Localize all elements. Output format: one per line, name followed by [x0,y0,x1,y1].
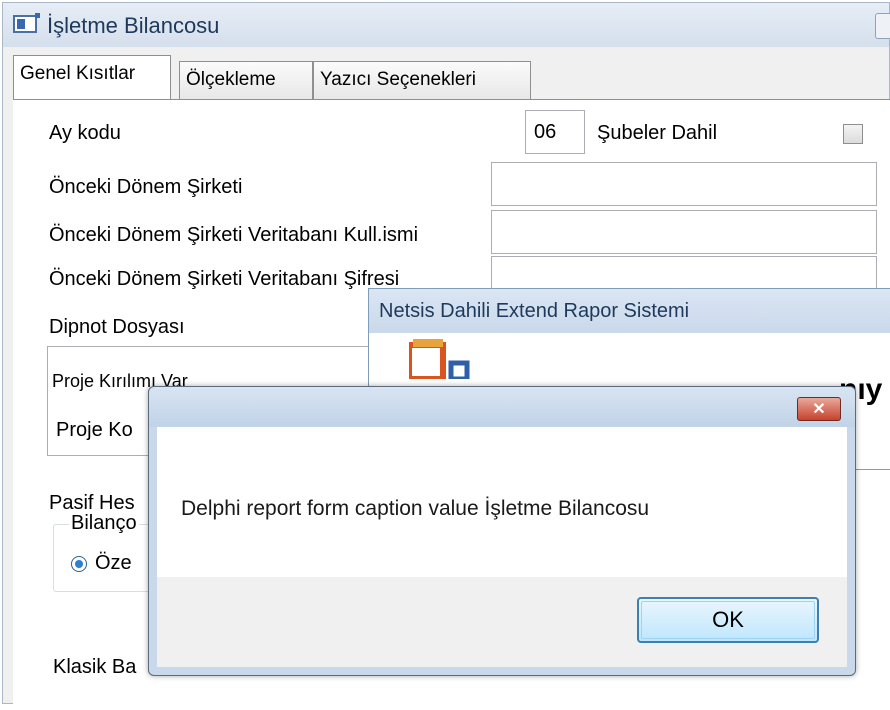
dialog-body: Delphi report form caption value İşletme… [157,427,847,577]
tab-olcekleme[interactable]: Ölçekleme [179,61,313,99]
tab-genel-kisitlar[interactable]: Genel Kısıtlar [13,55,171,99]
netsis-logo-icon [409,339,470,379]
window-control-button[interactable] [875,13,890,39]
onceki-sirket-label: Önceki Dönem Şirketi [49,176,243,198]
onceki-kull-input[interactable] [491,210,877,254]
dialog-close-button[interactable] [797,397,841,421]
ozet-radio[interactable] [71,556,87,572]
dialog-title-bar[interactable] [149,387,855,427]
ay-kodu-input[interactable]: 06 [525,110,585,154]
ay-kodu-label: Ay kodu [49,122,121,144]
klasik-label: Klasik Ba [53,656,137,678]
onceki-kull-label: Önceki Dönem Şirketi Veritabanı Kull.ism… [49,224,419,246]
onceki-sifre-label: Önceki Dönem Şirketi Veritabanı Şifresi [49,268,400,290]
dialog-footer: OK [157,577,847,667]
netsis-title[interactable]: Netsis Dahili Extend Rapor Sistemi [369,289,890,333]
bilanco-label: Bilanço [69,512,139,535]
message-dialog: Delphi report form caption value İşletme… [148,386,856,676]
proje-kodu-label: Proje Ko [56,419,133,441]
onceki-sirket-input[interactable] [491,162,877,206]
title-bar[interactable]: İşletme Bilancosu [3,3,890,47]
tab-yazici-secenekleri[interactable]: Yazıcı Seçenekleri [313,61,531,99]
subeler-dahil-label: Şubeler Dahil [597,122,718,144]
ay-kodu-value: 06 [534,121,557,143]
dialog-message: Delphi report form caption value İşletme… [181,497,650,520]
window-title: İşletme Bilancosu [47,13,220,38]
subeler-dahil-checkbox[interactable] [843,124,863,144]
ok-button[interactable]: OK [637,597,819,643]
ozet-label: Öze [95,552,132,574]
dipnot-label: Dipnot Dosyası [49,316,185,338]
window-app-icon [13,13,40,33]
